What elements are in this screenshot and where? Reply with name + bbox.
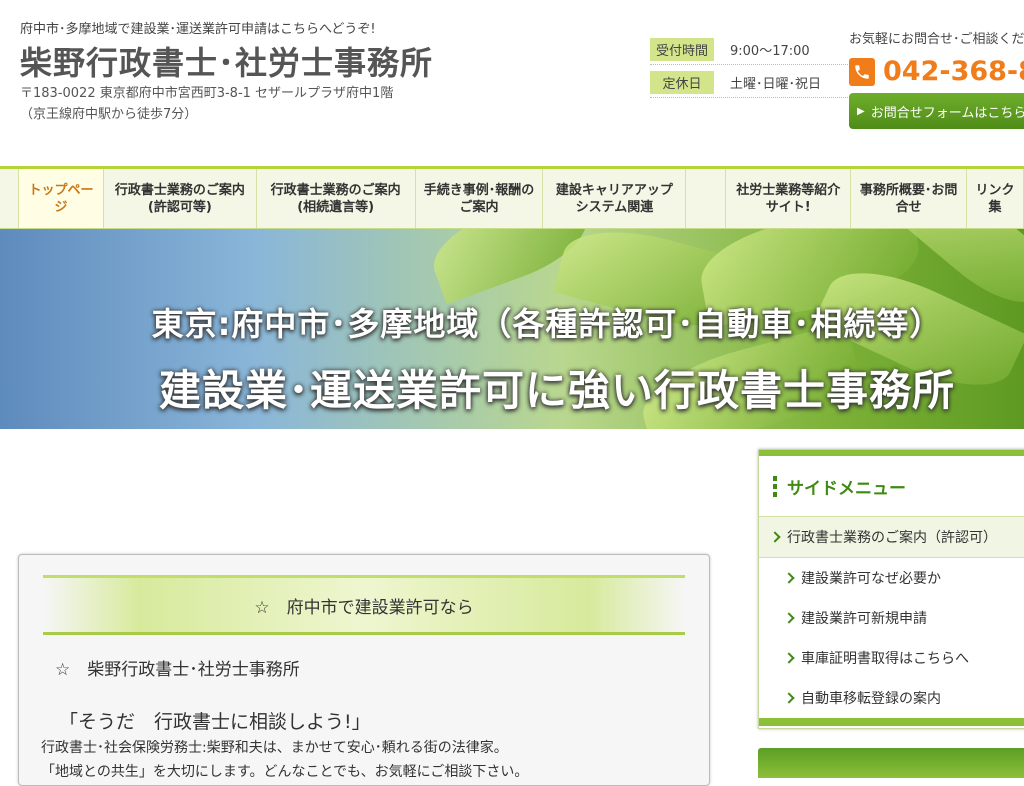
side-link-label: 自動車移転登録の案内 xyxy=(801,691,941,707)
business-hours: 受付時間 9:00〜17:00 定休日 土曜･日曜･祝日 xyxy=(650,34,850,98)
nav-item-labor-site[interactable]: 社労士業務等紹介サイト! xyxy=(726,169,852,228)
side-link-label: 車庫証明書取得はこちらへ xyxy=(801,651,969,667)
chevron-right-icon xyxy=(783,692,795,704)
side-link-new-application[interactable]: 建設業許可新規申請 xyxy=(759,598,1024,638)
nav-item-inheritance[interactable]: 行政書士業務のご案内(相続遺言等) xyxy=(257,169,416,228)
nav-item-career-up[interactable]: 建設キャリアアップシステム関連 xyxy=(543,169,687,228)
holiday-value: 土曜･日曜･祝日 xyxy=(730,76,822,92)
nav-item-office[interactable]: 事務所概要･お問合せ xyxy=(851,169,968,228)
main-content-box: ☆ 府中市で建設業許可なら ☆ 柴野行政書士･社労士事務所 「そうだ 行政書士に… xyxy=(18,554,710,786)
side-menu-category[interactable]: 行政書士業務のご案内（許認可） xyxy=(759,516,1024,558)
side-menu-header: サイドメニュー xyxy=(759,456,1024,516)
nav-item-blank[interactable] xyxy=(686,169,727,228)
side-menu-footer-bar xyxy=(759,718,1024,726)
side-menu-category-label: 行政書士業務のご案内（許認可） xyxy=(787,530,997,546)
address-line: 〒183-0022 東京都府中市宮西町3-8-1 セザールプラザ府中1階 xyxy=(20,86,394,101)
phone-number-text[interactable]: 042-368-88 xyxy=(883,56,1024,87)
site-header: 府中市･多摩地域で建設業･運送業許可申請はこちらへどうぞ! 柴野行政書士･社労士… xyxy=(0,0,1024,166)
contact-form-label: お問合せフォームはこちらへ xyxy=(870,105,1024,121)
hours-label: 受付時間 xyxy=(650,37,714,61)
side-link-why-license[interactable]: 建設業許可なぜ必要か xyxy=(759,558,1024,598)
chevron-right-icon xyxy=(783,612,795,624)
global-nav: トップページ 行政書士業務のご案内(許認可等) 行政書士業務のご案内(相続遺言等… xyxy=(0,166,1024,229)
section-heading: ☆ 府中市で建設業許可なら xyxy=(43,575,685,635)
site-tagline: 府中市･多摩地域で建設業･運送業許可申請はこちらへどうぞ! xyxy=(20,22,376,37)
nav-item-links[interactable]: リンク集 xyxy=(967,169,1024,228)
intro-text: 行政書士･社会保険労務士:柴野和夫は、まかせて安心･頼れる街の法律家。 xyxy=(41,740,508,756)
catch-quote: 「そうだ 行政書士に相談しよう!」 xyxy=(59,711,371,733)
hero-heading: 建設業･運送業許可に強い行政書士事務所 xyxy=(158,366,955,415)
office-intro-heading: ☆ 柴野行政書士･社労士事務所 xyxy=(55,660,300,680)
site-title[interactable]: 柴野行政書士･社労士事務所 xyxy=(20,38,433,84)
nav-spacer xyxy=(0,169,19,228)
chevron-right-icon: ▶ xyxy=(857,105,865,117)
side-menu-next-panel xyxy=(758,748,1024,778)
chevron-right-icon xyxy=(783,572,795,584)
side-link-label: 建設業許可なぜ必要か xyxy=(801,571,941,587)
nav-item-cases-fees[interactable]: 手続き事例･報酬のご案内 xyxy=(416,169,544,228)
side-menu: サイドメニュー 行政書士業務のご案内（許認可） 建設業許可なぜ必要か 建設業許可… xyxy=(758,449,1024,729)
intro-text-2: 「地域との共生」を大切にします。どんなことでも、お気軽にご相談下さい。 xyxy=(41,764,529,780)
chevron-right-icon xyxy=(769,531,781,543)
access-note: （京王線府中駅から徒歩7分） xyxy=(20,107,198,122)
side-link-vehicle-transfer[interactable]: 自動車移転登録の案内 xyxy=(759,678,1024,718)
contact-lead: お気軽にお問合せ･ご相談くだ xyxy=(849,32,1024,47)
phone-number[interactable]: 042-368-88 xyxy=(849,56,1024,87)
chevron-right-icon xyxy=(783,652,795,664)
menu-bars-icon xyxy=(773,475,777,497)
hours-value: 9:00〜17:00 xyxy=(730,43,810,59)
side-link-garage-certificate[interactable]: 車庫証明書取得はこちらへ xyxy=(759,638,1024,678)
nav-item-top[interactable]: トップページ xyxy=(18,169,104,228)
holiday-label: 定休日 xyxy=(650,70,714,94)
contact-form-button[interactable]: ▶ お問合せフォームはこちらへ xyxy=(849,93,1024,129)
side-menu-title: サイドメニュー xyxy=(787,478,906,499)
hero-subheading: 東京:府中市･多摩地域（各種許認可･自動車･相続等） xyxy=(151,305,943,343)
side-link-label: 建設業許可新規申請 xyxy=(801,611,927,627)
hero-banner: 東京:府中市･多摩地域（各種許認可･自動車･相続等） 建設業･運送業許可に強い行… xyxy=(0,229,1024,429)
nav-item-licensing[interactable]: 行政書士業務のご案内(許認可等) xyxy=(104,169,257,228)
phone-icon xyxy=(849,57,875,86)
